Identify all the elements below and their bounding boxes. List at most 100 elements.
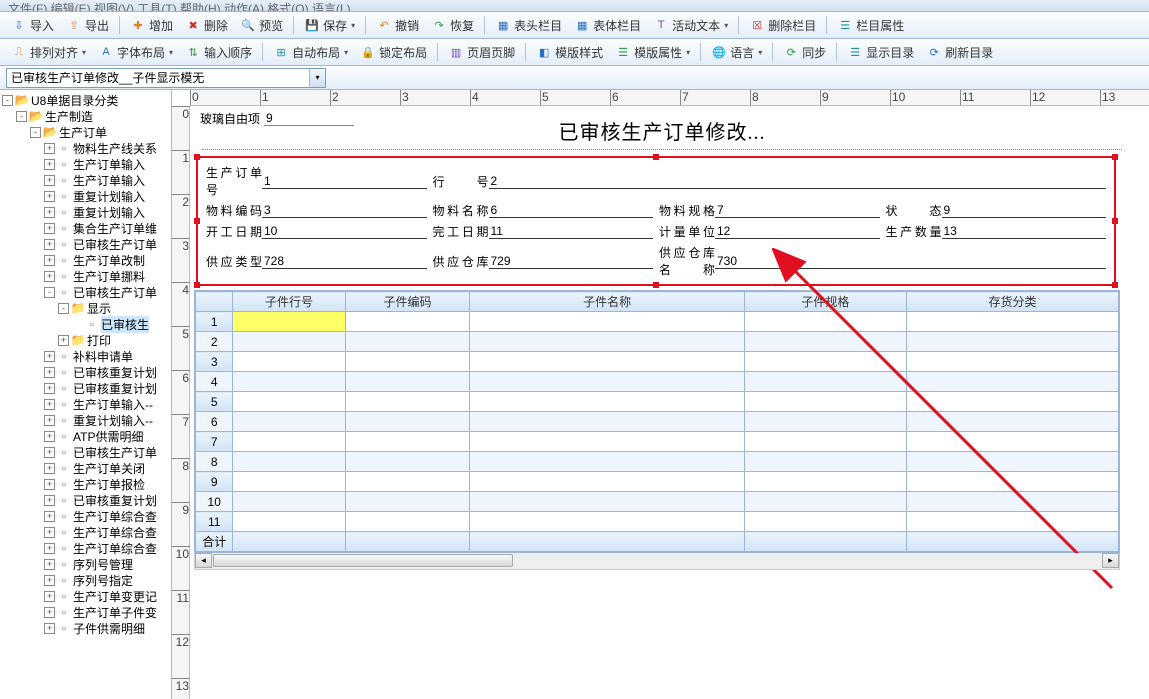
row-header[interactable]: 3 (196, 352, 233, 372)
grid-cell[interactable] (470, 472, 744, 492)
col-header[interactable]: 子件行号 (233, 292, 345, 312)
grid-cell[interactable] (744, 492, 906, 512)
tree-item[interactable]: +▫物料生产线关系 (0, 140, 171, 156)
row-header[interactable]: 10 (196, 492, 233, 512)
header-field[interactable]: 物料规格7 (659, 202, 880, 219)
grid-cell[interactable] (906, 492, 1118, 512)
grid-cell[interactable] (233, 512, 345, 532)
catalog-tree[interactable]: -📂U8单据目录分类-📂生产制造-📂生产订单+▫物料生产线关系+▫生产订单输入+… (0, 90, 171, 638)
header-cols-button[interactable]: ▦表头栏目 (490, 15, 567, 36)
page-hf-button[interactable]: ▥页眉页脚 (443, 42, 520, 63)
tree-item[interactable]: +▫生产订单报检 (0, 476, 171, 492)
tree-item[interactable]: +▫生产订单输入 (0, 156, 171, 172)
grid-cell[interactable] (906, 312, 1118, 332)
grid-cell[interactable] (906, 452, 1118, 472)
tree-item[interactable]: +▫已审核重复计划 (0, 492, 171, 508)
grid-cell[interactable] (470, 432, 744, 452)
tree-item[interactable]: +▫重复计划输入 (0, 204, 171, 220)
row-header[interactable]: 7 (196, 432, 233, 452)
tree-item[interactable]: +▫已审核生产订单 (0, 236, 171, 252)
header-field[interactable]: 行号2 (433, 164, 1107, 198)
import-button[interactable]: ⇩导入 (6, 15, 59, 36)
tree-item[interactable]: +▫集合生产订单维 (0, 220, 171, 236)
tree-item[interactable]: +▫已审核重复计划 (0, 364, 171, 380)
dropdown-icon[interactable]: ▾ (309, 69, 325, 87)
field-value[interactable]: 3 (262, 203, 427, 218)
sync-button[interactable]: ⟳同步 (778, 42, 831, 63)
grid-cell[interactable] (744, 352, 906, 372)
delete-button[interactable]: ✖删除 (180, 15, 233, 36)
grid-cell[interactable] (345, 312, 470, 332)
tree-item[interactable]: +▫已审核生产订单 (0, 444, 171, 460)
grid-cell[interactable] (233, 392, 345, 412)
tree-item[interactable]: +▫重复计划输入 (0, 188, 171, 204)
grid-cell[interactable] (906, 512, 1118, 532)
grid-cell[interactable] (906, 472, 1118, 492)
tree-item[interactable]: +▫生产订单改制 (0, 252, 171, 268)
tree-item[interactable]: +▫生产订单输入-- (0, 396, 171, 412)
field-value[interactable]: 6 (489, 203, 654, 218)
field-value[interactable]: 12 (715, 224, 880, 239)
grid-cell[interactable] (470, 372, 744, 392)
header-field[interactable]: 供应类型728 (206, 244, 427, 278)
grid-cell[interactable] (233, 352, 345, 372)
field-value[interactable]: 9 (942, 203, 1107, 218)
tree-item[interactable]: -📂U8单据目录分类 (0, 92, 171, 108)
grid-cell[interactable] (470, 412, 744, 432)
grid-cell[interactable] (233, 312, 345, 332)
grid-cell[interactable] (470, 512, 744, 532)
col-header[interactable]: 子件名称 (470, 292, 744, 312)
header-field[interactable]: 生产订单号1 (206, 164, 427, 198)
body-cols-button[interactable]: ▦表体栏目 (569, 15, 646, 36)
field-value[interactable]: 728 (262, 254, 427, 269)
grid-cell[interactable] (906, 392, 1118, 412)
tree-item[interactable]: +▫生产订单输入 (0, 172, 171, 188)
grid-cell[interactable] (906, 432, 1118, 452)
grid-cell[interactable] (345, 452, 470, 472)
grid-cell[interactable] (470, 312, 744, 332)
header-field[interactable]: 物料编码3 (206, 202, 427, 219)
grid-cell[interactable] (233, 412, 345, 432)
row-header[interactable]: 9 (196, 472, 233, 492)
redo-button[interactable]: ↷恢复 (426, 15, 479, 36)
field-value[interactable]: 1 (262, 174, 427, 189)
grid-cell[interactable] (744, 412, 906, 432)
tree-item[interactable]: +▫生产订单变更记 (0, 588, 171, 604)
grid-cell[interactable] (906, 332, 1118, 352)
grid-cell[interactable] (470, 332, 744, 352)
tree-item[interactable]: +▫生产订单挪料 (0, 268, 171, 284)
tree-item[interactable]: +▫重复计划输入-- (0, 412, 171, 428)
header-field[interactable]: 完工日期11 (433, 223, 654, 240)
tree-item[interactable]: +▫生产订单综合查 (0, 508, 171, 524)
grid-cell[interactable] (233, 452, 345, 472)
row-header[interactable]: 5 (196, 392, 233, 412)
font-layout-button[interactable]: A字体布局▾ (93, 42, 178, 63)
row-header[interactable]: 1 (196, 312, 233, 332)
auto-layout-button[interactable]: ⊞自动布局▾ (268, 42, 353, 63)
field-value[interactable]: 7 (715, 203, 880, 218)
design-page[interactable]: 玻璃自由项 9 已审核生产订单修改... 生产订单号1行号2物料编码3物料名称6… (192, 108, 1132, 570)
align-arrange-button[interactable]: ⎍排列对齐▾ (6, 42, 91, 63)
add-button[interactable]: ✚增加 (125, 15, 178, 36)
tree-item[interactable]: ▫已审核生 (0, 316, 171, 332)
free-field[interactable]: 玻璃自由项 9 (200, 110, 354, 127)
field-value[interactable]: 730 (715, 254, 1106, 269)
row-header[interactable]: 6 (196, 412, 233, 432)
row-header[interactable]: 4 (196, 372, 233, 392)
menu-bar[interactable]: 文件(F) 编辑(E) 视图(V) 工具(T) 帮助(H) 动作(A) 格式(O… (0, 0, 1149, 12)
preview-button[interactable]: 🔍预览 (235, 15, 288, 36)
language-button[interactable]: 🌐语言▾ (706, 42, 767, 63)
row-header[interactable]: 2 (196, 332, 233, 352)
grid-cell[interactable] (345, 512, 470, 532)
refresh-catalog-button[interactable]: ⟳刷新目录 (921, 42, 998, 63)
grid-cell[interactable] (345, 372, 470, 392)
template-combo-input[interactable] (7, 71, 309, 85)
row-header[interactable]: 11 (196, 512, 233, 532)
col-header[interactable]: 子件编码 (345, 292, 470, 312)
grid-cell[interactable] (345, 472, 470, 492)
header-field[interactable]: 状态9 (886, 202, 1107, 219)
grid-cell[interactable] (233, 432, 345, 452)
grid-cell[interactable] (345, 432, 470, 452)
tree-item[interactable]: -▫已审核生产订单 (0, 284, 171, 300)
scroll-thumb[interactable] (213, 554, 513, 567)
